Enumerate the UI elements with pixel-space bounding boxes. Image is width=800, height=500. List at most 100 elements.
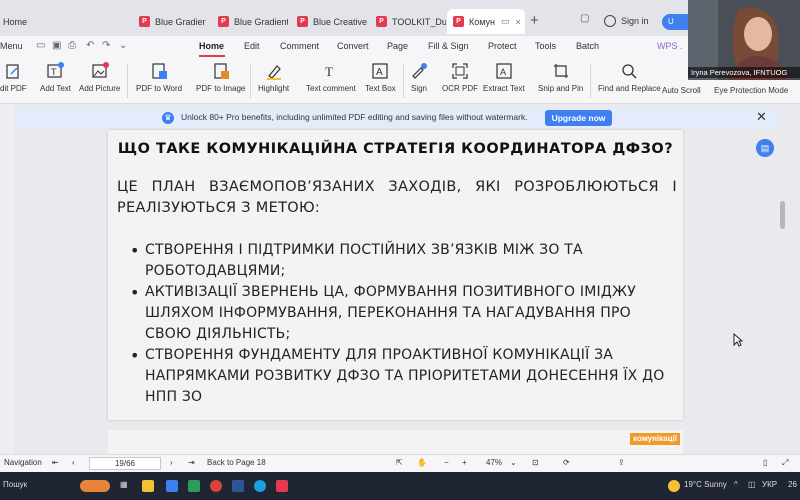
main-menu[interactable]: Menu — [0, 41, 23, 51]
save-icon[interactable]: ▣ — [52, 40, 61, 51]
pdf-to-image-button[interactable]: PDF to Image — [196, 62, 245, 93]
new-tab-button[interactable]: + — [530, 13, 539, 28]
highlight-icon — [266, 65, 281, 80]
list-item: АКТИВІЗАЦІЇ ЗВЕРНЕНЬ ЦА, ФОРМУВАННЯ ПОЗИ… — [130, 282, 670, 345]
menu-convert[interactable]: Convert — [337, 41, 369, 51]
upgrade-now-button[interactable]: Upgrade now — [545, 110, 612, 126]
page-badge: комунікації — [630, 433, 680, 445]
mouse-cursor-icon — [733, 333, 743, 347]
chrome-icon[interactable] — [210, 480, 222, 492]
network-icon[interactable]: ◫ — [748, 480, 756, 489]
tab-document-5[interactable]: P Комун ▭ × — [447, 9, 525, 34]
text-comment-button[interactable]: T Text comment — [306, 62, 356, 93]
menu-comment[interactable]: Comment — [280, 41, 319, 51]
eye-protection-button[interactable]: Eye Protection Mode — [714, 82, 788, 95]
language-indicator[interactable]: УКР — [762, 480, 777, 489]
promo-banner: ♛ Unlock 80+ Pro benefits, including unl… — [14, 108, 780, 128]
chevron-down-icon[interactable]: ⌄ — [119, 40, 127, 51]
find-replace-button[interactable]: Find and Replace — [598, 62, 661, 93]
task-view-icon[interactable]: ▦ — [120, 480, 128, 489]
tab-document-4[interactable]: P TOOLKIT_Duall — [370, 9, 446, 34]
menu-wps-ai[interactable]: WPS . — [657, 41, 683, 51]
back-to-page-link[interactable]: Back to Page 18 — [207, 458, 266, 467]
snip-pin-button[interactable]: Snip and Pin — [538, 62, 583, 93]
reading-mode-icon[interactable]: ▯ — [763, 458, 767, 467]
zoom-out-icon[interactable]: − — [444, 458, 449, 467]
tab-list-icon[interactable]: ▢ — [580, 13, 589, 24]
menu-fill-sign[interactable]: Fill & Sign — [428, 41, 469, 51]
export-icon[interactable]: ⇪ — [618, 458, 625, 467]
undo-icon[interactable]: ↶ — [86, 40, 94, 51]
monitor-icon[interactable]: ▭ — [501, 16, 510, 27]
highlight-button[interactable]: Highlight — [258, 62, 289, 93]
auto-scroll-button[interactable]: Auto Scroll — [662, 82, 701, 95]
sign-button[interactable]: Sign — [410, 62, 428, 93]
menu-edit[interactable]: Edit — [244, 41, 260, 51]
webcam-overlay: Iryna Perevozova, IFNTUOG — [688, 0, 800, 80]
tray-arrow-icon[interactable]: ^ — [734, 480, 738, 489]
add-text-button[interactable]: T Add Text — [40, 62, 71, 93]
menu-page[interactable]: Page — [387, 41, 408, 51]
fit-page-icon[interactable]: ⊡ — [532, 458, 539, 467]
tab-document-2[interactable]: P Blue Gradient I — [212, 9, 288, 34]
hand-tool-icon[interactable]: ✋ — [417, 458, 427, 467]
pdf-to-word-button[interactable]: PDF to Word — [136, 62, 182, 93]
extract-text-button[interactable]: A Extract Text — [483, 62, 525, 93]
menu-tools[interactable]: Tools — [535, 41, 556, 51]
rotate-icon[interactable]: ⟳ — [563, 458, 570, 467]
clock[interactable]: 26 — [788, 480, 797, 489]
text-box-button[interactable]: A Text Box — [365, 62, 396, 93]
edge-icon[interactable] — [254, 480, 266, 492]
navigation-button[interactable]: Navigation — [4, 458, 42, 467]
tab-bar: Home P Blue Gradier × P Blue Gradient I … — [0, 0, 692, 36]
chevron-down-icon[interactable]: ⌄ — [510, 458, 517, 467]
zoom-level[interactable]: 47% — [486, 458, 502, 467]
tab-home[interactable]: Home — [0, 9, 56, 34]
scrollbar-thumb[interactable] — [780, 201, 785, 229]
menu-batch[interactable]: Batch — [576, 41, 599, 51]
print-icon[interactable]: ⎙ — [68, 40, 76, 51]
menu-home[interactable]: Home — [199, 41, 224, 51]
tab-document-1[interactable]: P Blue Gradier × — [133, 9, 209, 34]
tab-label: Blue Gradier — [155, 16, 206, 27]
close-icon[interactable]: ✕ — [756, 109, 767, 125]
zoom-in-icon[interactable]: + — [462, 458, 467, 467]
left-panel-strip — [0, 104, 14, 454]
side-panel-button[interactable]: ▤ — [756, 139, 774, 157]
first-page-icon[interactable]: ⇤ — [52, 458, 59, 467]
bullet-list: СТВОРЕННЯ І ПІДТРИМКИ ПОСТІЙНИХ ЗВ’ЯЗКІВ… — [130, 240, 670, 408]
sign-in-link[interactable]: Sign in — [621, 16, 649, 26]
redo-icon[interactable]: ↷ — [102, 40, 110, 51]
wps-pdf-icon[interactable] — [276, 480, 288, 492]
tab-document-3[interactable]: P Blue Creative I — [291, 9, 367, 34]
edit-pdf-button[interactable]: dit PDF — [0, 62, 27, 93]
add-text-icon: T — [47, 62, 65, 78]
word-icon[interactable] — [232, 480, 244, 492]
pdf-to-word-icon — [152, 63, 168, 79]
menu-protect[interactable]: Protect — [488, 41, 517, 51]
snip-icon — [553, 64, 568, 78]
text-comment-icon: T — [325, 64, 333, 79]
pdf-icon: P — [297, 16, 308, 27]
app-icon[interactable] — [188, 480, 200, 492]
last-page-icon[interactable]: ⇥ — [188, 458, 195, 467]
folder-icon[interactable]: ▭ — [36, 40, 45, 51]
select-tool-icon[interactable]: ⇱ — [396, 458, 403, 467]
store-icon[interactable] — [166, 480, 178, 492]
sign-icon — [412, 63, 427, 79]
fullscreen-icon[interactable]: ⤢ — [782, 458, 788, 468]
weather-text[interactable]: 19°C Sunny — [684, 480, 727, 489]
add-picture-icon — [92, 62, 109, 78]
add-picture-button[interactable]: Add Picture — [79, 62, 120, 93]
avatar[interactable] — [604, 15, 616, 27]
tab-home-label: Home — [3, 16, 28, 27]
file-explorer-icon[interactable] — [142, 480, 154, 492]
close-icon[interactable]: × — [516, 17, 521, 27]
status-bar: Navigation ⇤ ‹ 19/66 › ⇥ Back to Page 18… — [0, 454, 800, 472]
list-item: СТВОРЕННЯ І ПІДТРИМКИ ПОСТІЙНИХ ЗВ’ЯЗКІВ… — [130, 240, 670, 282]
prev-page-icon[interactable]: ‹ — [72, 458, 75, 467]
next-page-icon[interactable]: › — [170, 458, 173, 467]
ocr-pdf-button[interactable]: OCR PDF — [442, 62, 478, 93]
taskbar-search[interactable]: Пошук — [3, 480, 27, 489]
page-number-input[interactable]: 19/66 — [89, 457, 161, 470]
